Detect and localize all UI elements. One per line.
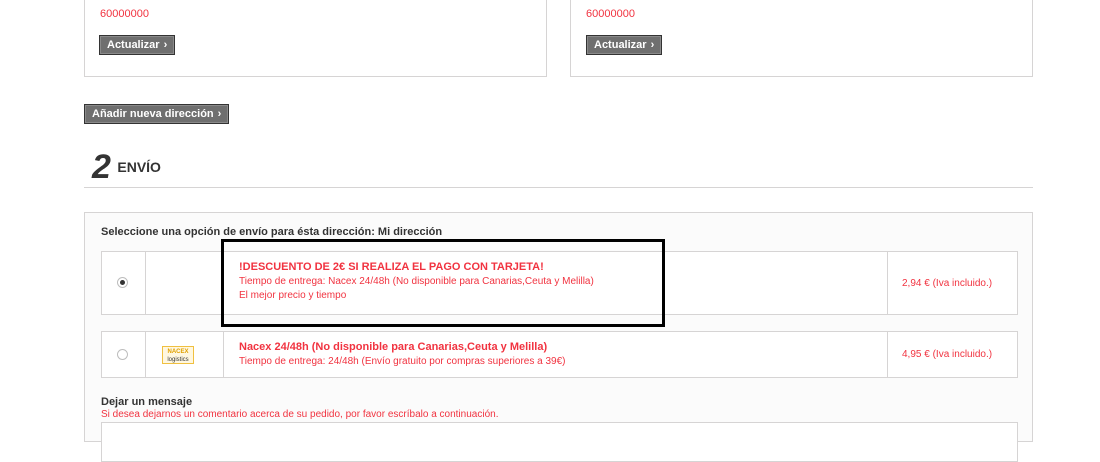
radio-cell [102,252,146,314]
shipping-option-radio[interactable] [117,349,128,360]
address-box-2: 60000000 Actualizar › [570,0,1033,77]
update-address-button[interactable]: Actualizar › [99,35,176,55]
carrier-logo-cell: NACEX logistics [146,332,224,377]
radio-cell [102,332,146,377]
update-address-button[interactable]: Actualizar › [586,35,663,55]
option-price: 2,94 € (Iva incluido.) [902,278,993,289]
step-number: 2 [92,148,111,186]
update-label: Actualizar [594,39,647,51]
step-title: ENVÍO [117,159,161,175]
add-address-label: Añadir nueva dirección [92,108,214,120]
message-hint: Si desea dejarnos un comentario acerca d… [101,409,499,420]
update-label: Actualizar [107,39,160,51]
carrier-info-cell: Nacex 24/48h (No disponible para Canaria… [224,332,888,377]
nacex-logo: NACEX logistics [162,346,194,364]
step-heading: 2 ENVÍO [92,150,392,186]
address-phone: 60000000 [586,8,635,20]
address-phone: 60000000 [100,8,149,20]
option-price: 4,95 € (Iva incluido.) [902,349,993,360]
address-box-1: 60000000 Actualizar › [84,0,547,77]
option-title: Nacex 24/48h (No disponible para Canaria… [239,341,548,353]
chevron-right-icon: › [217,108,222,120]
shipping-option-row[interactable]: NACEX logistics Nacex 24/48h (No disponib… [101,331,1018,378]
chevron-right-icon: › [650,39,655,51]
shipping-option-radio[interactable] [117,277,128,288]
message-label: Dejar un mensaje [101,396,193,408]
add-address-button[interactable]: Añadir nueva dirección › [84,104,230,124]
message-textarea[interactable] [101,422,1018,462]
heading-divider [84,187,1033,188]
chevron-right-icon: › [163,39,168,51]
carrier-logo-cell [146,252,224,314]
highlight-box [221,239,665,327]
shipping-prompt: Seleccione una opción de envío para ésta… [101,226,443,238]
option-delivery-time: Tiempo de entrega: 24/48h (Envío gratuit… [239,356,566,367]
